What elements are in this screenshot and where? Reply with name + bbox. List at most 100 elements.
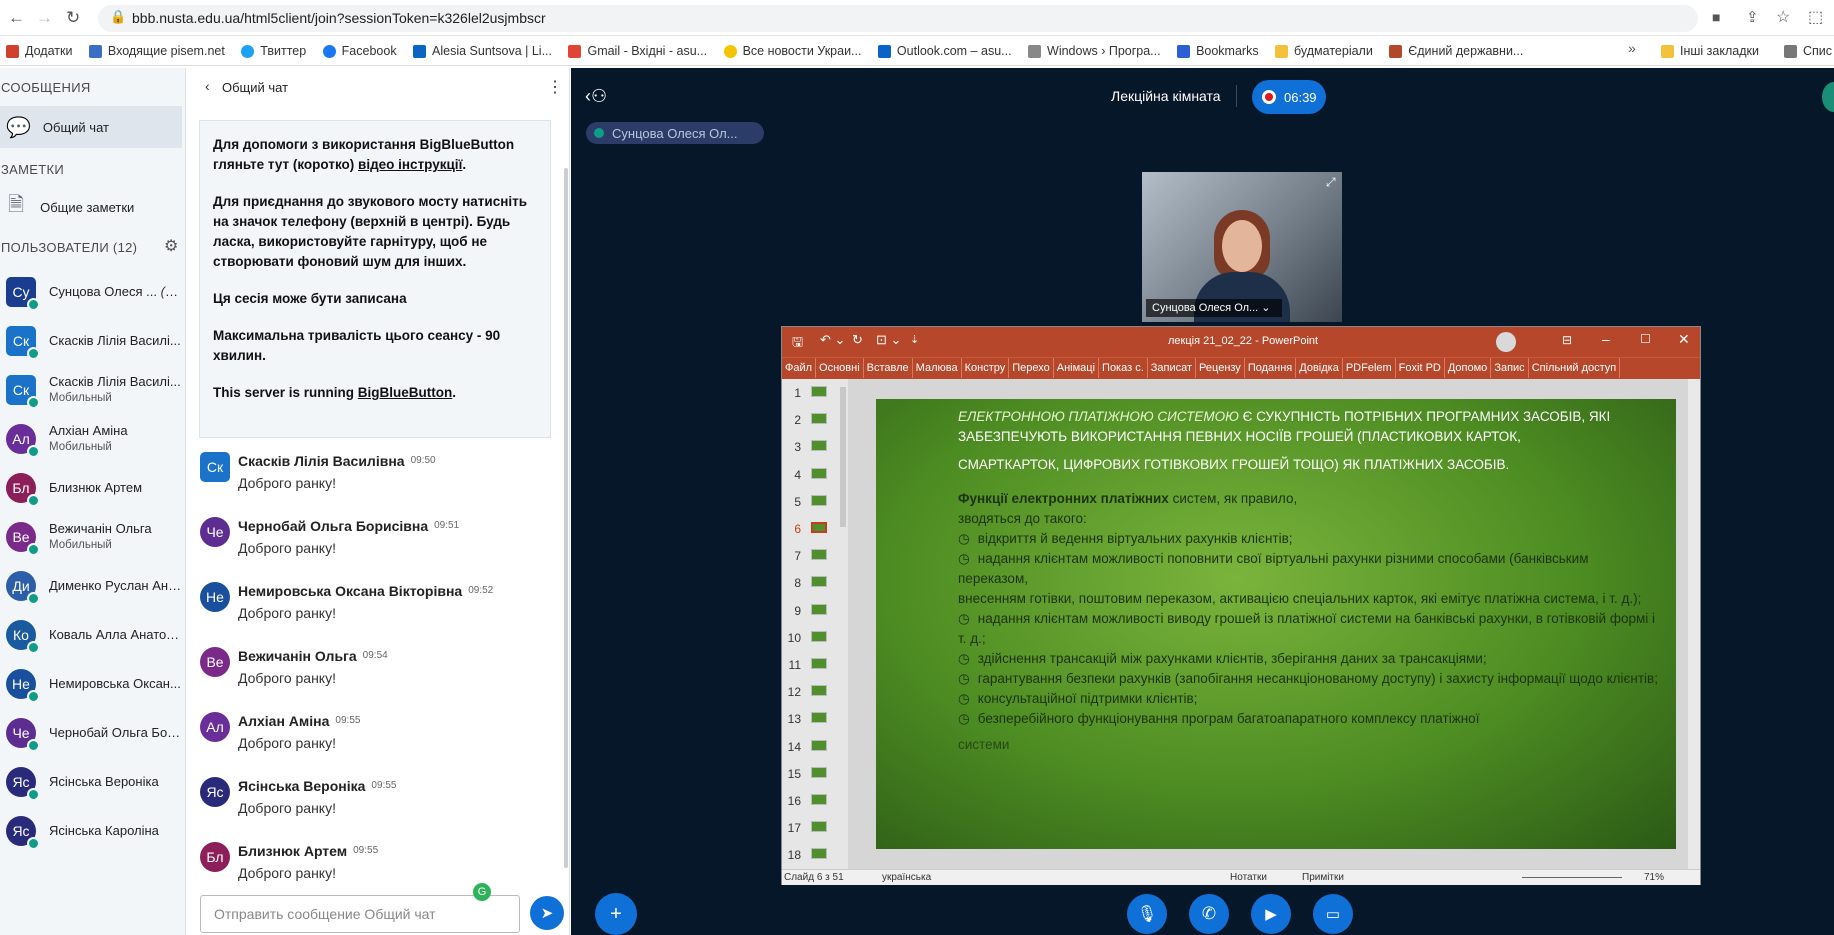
ribbon-tab[interactable]: Перехо: [1009, 358, 1054, 378]
reload-icon[interactable]: ↻: [66, 8, 80, 28]
undo-icon[interactable]: ↶ ⌄: [820, 332, 845, 348]
share-icon[interactable]: ⇪: [1746, 8, 1759, 26]
lock-icon[interactable]: 🔒: [110, 9, 126, 25]
slide-thumbnail[interactable]: 17: [787, 816, 847, 840]
leave-icon[interactable]: ‹⚇: [585, 86, 607, 107]
gear-icon[interactable]: ⚙: [164, 236, 178, 256]
ribbon-tab[interactable]: Констру: [962, 358, 1010, 378]
ribbon-tab[interactable]: Подання: [1245, 358, 1297, 378]
user-list-item[interactable]: Ди Дименко Руслан Ана...: [6, 564, 184, 608]
grammarly-icon[interactable]: G: [473, 883, 491, 901]
slide-thumbnail[interactable]: 1: [787, 381, 847, 405]
bookmark-pisem[interactable]: Входящие pisem.net: [83, 36, 231, 65]
shared-notes-item[interactable]: 🗎 Общие заметки: [0, 186, 182, 228]
bookmark-bookmarks[interactable]: Bookmarks: [1171, 36, 1265, 65]
current-slide[interactable]: ЕЛЕКТРОННОЮ ПЛАТІЖНОЮ СИСТЕМОЮ Є СУКУПНІ…: [876, 399, 1676, 849]
thumbnail-scrollbar[interactable]: [840, 387, 846, 527]
save-icon[interactable]: 🖫: [792, 333, 803, 355]
slide-scrollbar[interactable]: [1688, 379, 1700, 869]
comments-button[interactable]: Примітки: [1302, 872, 1344, 883]
ribbon-tab[interactable]: Foxit PD: [1396, 358, 1445, 378]
ribbon-tab[interactable]: Файл: [782, 358, 817, 378]
user-icon[interactable]: [1496, 332, 1516, 352]
bookmark-news[interactable]: Все новости Украи...: [718, 36, 868, 65]
slide-thumbnail[interactable]: 9: [787, 599, 847, 623]
bookmark-apps[interactable]: Додатки: [0, 36, 78, 65]
mute-button[interactable]: 🎙: [1127, 894, 1167, 934]
send-button[interactable]: ➤: [530, 896, 564, 930]
user-list-item[interactable]: Ск Скасків Лілія Василі...: [6, 319, 184, 363]
slide-thumbnail[interactable]: 2: [787, 408, 847, 432]
chat-message-input[interactable]: Отправить сообщение Общий чат: [200, 895, 520, 933]
star-icon[interactable]: ☆: [1776, 7, 1790, 27]
ribbon-tab[interactable]: Показ с.: [1099, 358, 1148, 378]
bookmark-twitter[interactable]: Твиттер: [235, 36, 312, 65]
slide-thumbnail[interactable]: 14: [787, 735, 847, 759]
bigbluebutton-link[interactable]: BigBlueButton: [358, 385, 452, 400]
ribbon-tab[interactable]: Вставле: [864, 358, 913, 378]
camera-icon[interactable]: ■: [1712, 9, 1720, 25]
close-icon[interactable]: ✕: [1678, 331, 1690, 348]
bookmark-linkedin[interactable]: Alesia Suntsova | Li...: [407, 36, 558, 65]
user-list-item[interactable]: Яс Ясінська Кароліна: [6, 809, 184, 853]
bookmark-reading-list[interactable]: Спис: [1778, 36, 1834, 66]
customize-icon[interactable]: ⇣: [910, 333, 919, 346]
maximize-icon[interactable]: ☐: [1640, 332, 1651, 346]
ribbon-tab[interactable]: Рецензу: [1196, 358, 1245, 378]
bookmark-facebook[interactable]: Facebook: [317, 36, 403, 65]
ribbon-display-icon[interactable]: ⊟: [1562, 333, 1572, 347]
zoom-slider[interactable]: [1522, 877, 1622, 878]
screen-share-button[interactable]: ▭: [1313, 894, 1353, 934]
bookmark-gmail[interactable]: Gmail - Вхідні - asu...: [562, 36, 713, 65]
chat-scrollbar[interactable]: [564, 168, 568, 868]
webcam-name-label[interactable]: Сунцова Олеся Ол... ⌄: [1146, 299, 1282, 317]
ribbon-tab[interactable]: PDFelem: [1343, 358, 1396, 378]
slide-thumbnail[interactable]: 5: [787, 490, 847, 514]
user-list-item[interactable]: Яс Ясінська Вероніка: [6, 760, 184, 804]
zoom-level[interactable]: 71%: [1644, 872, 1664, 883]
recording-indicator[interactable]: 06:39: [1252, 80, 1326, 114]
ribbon-tab[interactable]: Спільний доступ: [1529, 358, 1621, 378]
ribbon-tab[interactable]: Довідка: [1296, 358, 1343, 378]
video-button[interactable]: ▶: [1251, 894, 1291, 934]
notes-button[interactable]: Нотатки: [1230, 872, 1267, 883]
slide-thumbnail[interactable]: 6: [787, 517, 847, 541]
slide-thumbnail[interactable]: 12: [787, 680, 847, 704]
chat-options-icon[interactable]: ⋮: [547, 77, 563, 97]
slide-thumbnail[interactable]: 4: [787, 463, 847, 487]
webcam-video[interactable]: ⤢ Сунцова Олеся Ол... ⌄: [1142, 172, 1342, 322]
fullscreen-icon[interactable]: ⤢: [1326, 175, 1336, 190]
ribbon-tab[interactable]: Малюва: [913, 358, 962, 378]
more-bookmarks-icon[interactable]: »: [1628, 40, 1636, 56]
slide-thumbnail[interactable]: 8: [787, 571, 847, 595]
audio-button[interactable]: ✆: [1189, 894, 1229, 934]
back-icon[interactable]: ←: [8, 8, 25, 28]
bookmark-windows[interactable]: Windows › Програ...: [1022, 36, 1167, 65]
presenter-icon[interactable]: ⊡ ⌄: [876, 332, 901, 348]
slide-thumbnail[interactable]: 16: [787, 789, 847, 813]
public-chat-item[interactable]: 💬 Общий чат: [0, 106, 182, 148]
slide-thumbnail[interactable]: 7: [787, 544, 847, 568]
ribbon-tab[interactable]: Записат: [1148, 358, 1197, 378]
slide-thumbnail[interactable]: 3: [787, 435, 847, 459]
chevron-left-icon[interactable]: ‹: [205, 78, 210, 94]
bookmark-other-folder[interactable]: Інші закладки: [1655, 36, 1765, 66]
minimize-icon[interactable]: –: [1602, 331, 1610, 347]
user-list-item[interactable]: Бл Близнюк Артем: [6, 466, 184, 510]
user-list-item[interactable]: СуСунцова Олеся ... (Вы): [6, 270, 184, 314]
user-list-item[interactable]: Ал Алхіан Аміна Мобильный: [6, 417, 184, 461]
user-list-item[interactable]: Ко Коваль Алла Анатол...: [6, 613, 184, 657]
ribbon-tab[interactable]: Запис: [1491, 358, 1529, 378]
redo-icon[interactable]: ↻: [852, 332, 863, 348]
user-list-item[interactable]: Не Немировська Оксан...: [6, 662, 184, 706]
ribbon-tab[interactable]: Основні: [816, 358, 864, 378]
slide-thumbnail[interactable]: 11: [787, 653, 847, 677]
ribbon-tab[interactable]: Анімаці: [1054, 358, 1100, 378]
forward-icon[interactable]: →: [36, 8, 53, 28]
slide-thumbnail[interactable]: 15: [787, 762, 847, 786]
video-guide-link[interactable]: відео інструкції: [358, 157, 462, 172]
user-list-item[interactable]: Ск Скасків Лілія Василі... Мобильный: [6, 368, 184, 412]
bookmark-folder-bud[interactable]: будматеріали: [1269, 36, 1379, 65]
user-list-item[interactable]: Ве Вежичанін Ольга Мобильный: [6, 515, 184, 559]
slide-thumbnail[interactable]: 13: [787, 707, 847, 731]
